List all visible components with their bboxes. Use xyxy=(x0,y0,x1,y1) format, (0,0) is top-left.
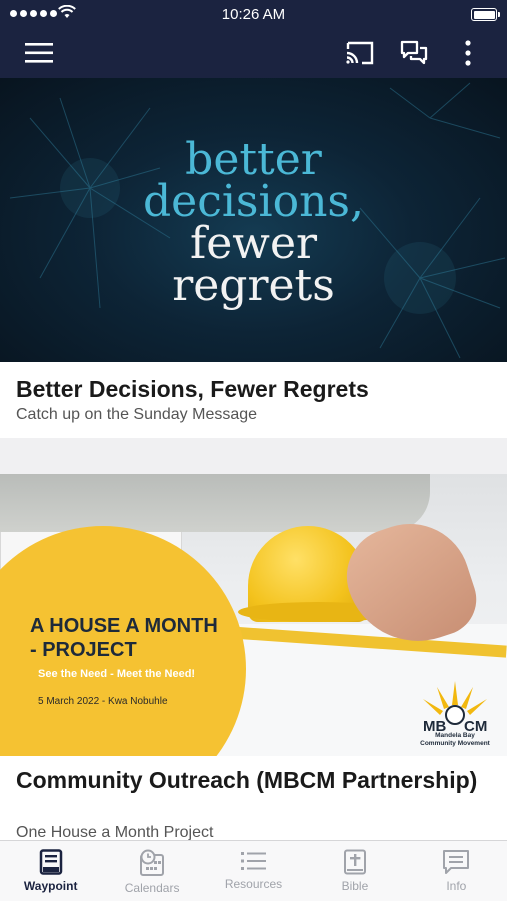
tab-label: Waypoint xyxy=(23,879,78,893)
calendar-clock-icon xyxy=(140,849,165,876)
vertical-ellipsis-icon[interactable] xyxy=(451,36,485,70)
list-icon xyxy=(240,852,266,870)
tab-info[interactable]: Info xyxy=(406,841,507,901)
nav-bar xyxy=(0,30,507,76)
banner-tagline: See the Need - Meet the Need! xyxy=(38,668,196,680)
banner-line: regrets xyxy=(172,260,335,311)
sermon-banner-image: better decisions, fewer regrets xyxy=(0,78,507,362)
arm-graphic xyxy=(0,474,430,532)
card-title[interactable]: Community Outreach (MBCM Partnership) xyxy=(16,766,486,794)
feed-card[interactable]: better decisions, fewer regrets Better D… xyxy=(0,78,507,438)
logo-subtitle: Mandela Bay Community Movement xyxy=(420,732,490,747)
tab-bible[interactable]: Bible xyxy=(304,841,405,901)
tab-label: Info xyxy=(446,879,467,893)
tab-waypoint[interactable]: Waypoint xyxy=(0,841,101,901)
status-bar: 10:26 AM xyxy=(0,0,507,28)
banner-line: fewer xyxy=(189,218,318,269)
tab-label: Calendars xyxy=(124,881,180,895)
banner-line: decisions, xyxy=(143,176,364,227)
content-feed[interactable]: better decisions, fewer regrets Better D… xyxy=(0,78,507,840)
tab-label: Bible xyxy=(341,879,369,893)
status-time: 10:26 AM xyxy=(221,6,286,23)
outreach-banner-image: A HOUSE A MONTH - PROJECT See the Need -… xyxy=(0,474,507,756)
tab-label: Resources xyxy=(224,877,283,891)
tab-calendars[interactable]: Calendars xyxy=(101,841,202,901)
banner-line: better xyxy=(185,134,322,185)
book-icon xyxy=(39,849,62,875)
battery-icon xyxy=(471,8,500,21)
cast-icon[interactable] xyxy=(343,36,377,70)
bottom-tab-bar: Waypoint Calendars Resources Bible Info xyxy=(0,840,507,901)
banner-date: 5 March 2022 - Kwa Nobuhle xyxy=(38,696,168,707)
feed-card[interactable]: A HOUSE A MONTH - PROJECT See the Need -… xyxy=(0,474,507,840)
banner-title: A HOUSE A MONTH - PROJECT xyxy=(30,615,218,661)
tab-resources[interactable]: Resources xyxy=(203,841,304,901)
card-subtitle: Catch up on the Sunday Message xyxy=(16,406,258,423)
hamburger-icon[interactable] xyxy=(22,36,56,70)
bible-icon xyxy=(343,849,366,875)
card-subtitle: One House a Month Project xyxy=(16,824,214,840)
card-title[interactable]: Better Decisions, Fewer Regrets xyxy=(16,376,369,403)
app-header: 10:26 AM xyxy=(0,0,507,78)
chat-bubbles-icon[interactable] xyxy=(397,36,431,70)
info-message-icon xyxy=(443,850,470,874)
